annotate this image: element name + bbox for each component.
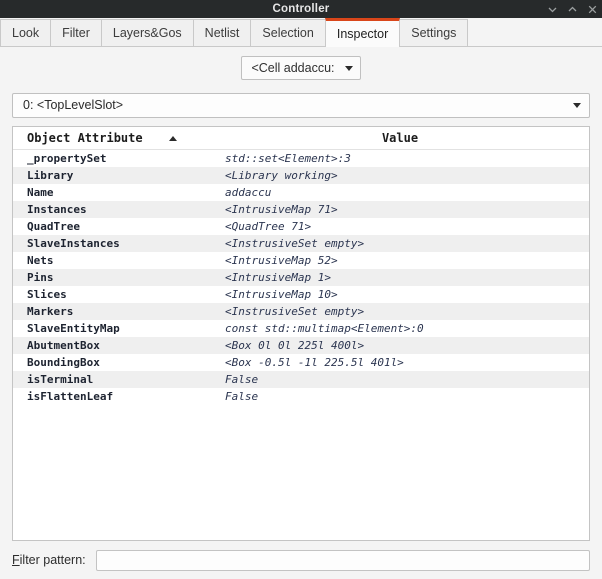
- window-title: Controller: [272, 3, 330, 15]
- cell-value: <Box -0.5l -1l 225.5l 401l>: [225, 356, 404, 369]
- cell-attribute: Slices: [27, 288, 67, 301]
- tab-label: Settings: [411, 26, 457, 40]
- cell-attribute: isTerminal: [27, 373, 94, 386]
- table-row[interactable]: isFlattenLeaf False: [13, 388, 589, 405]
- window-controls: [547, 0, 598, 18]
- cell-selector-row: <Cell addaccu:: [0, 47, 602, 89]
- table-row[interactable]: BoundingBox <Box -0.5l -1l 225.5l 401l>: [13, 354, 589, 371]
- table-row[interactable]: isTerminal False: [13, 371, 589, 388]
- tab-layers-and-gos[interactable]: Layers&Gos: [100, 19, 194, 46]
- tab-bar: Look Filter Layers&Gos Netlist Selection…: [0, 18, 602, 47]
- cell-attribute: SlaveInstances: [27, 237, 120, 250]
- table-row[interactable]: SlaveInstances <InstrusiveSet empty>: [13, 235, 589, 252]
- cell-value: <IntrusiveMap 52>: [225, 254, 338, 267]
- window-titlebar: Controller: [0, 0, 602, 18]
- cell-attribute: Pins: [27, 271, 54, 284]
- table-row[interactable]: Name addaccu: [13, 184, 589, 201]
- slot-selector-combobox[interactable]: 0: <TopLevelSlot>: [12, 92, 590, 118]
- table-row[interactable]: QuadTree <QuadTree 71>: [13, 218, 589, 235]
- cell-selector-value: <Cell addaccu:: [251, 61, 335, 75]
- cell-value: const std::multimap<Element>:0: [225, 322, 424, 335]
- tab-netlist[interactable]: Netlist: [192, 19, 252, 46]
- filter-pattern-input[interactable]: [95, 549, 590, 571]
- slot-selector-value: 0: <TopLevelSlot>: [23, 98, 124, 112]
- cell-attribute: QuadTree: [27, 220, 80, 233]
- cell-attribute: _propertySet: [27, 152, 107, 165]
- table-row[interactable]: SlaveEntityMap const std::multimap<Eleme…: [13, 320, 589, 337]
- cell-value: <IntrusiveMap 71>: [225, 203, 338, 216]
- cell-attribute: Nets: [27, 254, 54, 267]
- cell-attribute: isFlattenLeaf: [27, 390, 114, 403]
- table-header-row: Object Attribute Value: [13, 127, 589, 150]
- close-button[interactable]: [587, 4, 598, 15]
- minimize-button[interactable]: [547, 4, 558, 15]
- tab-label: Layers&Gos: [112, 26, 182, 40]
- tab-settings[interactable]: Settings: [399, 19, 469, 46]
- filter-row: Filter pattern:: [0, 541, 602, 579]
- cell-attribute: Library: [27, 169, 74, 182]
- tab-label: Selection: [262, 26, 314, 40]
- cell-value: <InstrusiveSet empty>: [225, 305, 365, 318]
- table-row[interactable]: _propertySet std::set<Element>:3: [13, 150, 589, 167]
- tab-filter[interactable]: Filter: [50, 19, 102, 46]
- column-header-label: Object Attribute: [27, 131, 143, 145]
- cell-value: <Box 0l 0l 225l 400l>: [225, 339, 365, 352]
- cell-attribute: Instances: [27, 203, 87, 216]
- cell-value: <IntrusiveMap 1>: [225, 271, 331, 284]
- cell-value: <InstrusiveSet empty>: [225, 237, 365, 250]
- column-header-label: Value: [381, 131, 419, 145]
- table-row[interactable]: Pins <IntrusiveMap 1>: [13, 269, 589, 286]
- cell-selector-combobox[interactable]: <Cell addaccu:: [241, 56, 361, 80]
- cell-attribute: BoundingBox: [27, 356, 100, 369]
- tab-label: Filter: [62, 26, 90, 40]
- table-row[interactable]: Instances <IntrusiveMap 71>: [13, 201, 589, 218]
- column-header-value[interactable]: Value: [225, 131, 589, 145]
- tab-bar-filler: [467, 45, 602, 46]
- tab-label: Netlist: [204, 26, 240, 40]
- table-row[interactable]: Library <Library working>: [13, 167, 589, 184]
- cell-value: False: [225, 373, 259, 386]
- maximize-button[interactable]: [567, 4, 578, 15]
- controller-window: Controller Look Filter Layers&Gos Netlis…: [0, 0, 602, 579]
- close-icon: [587, 4, 598, 15]
- tab-label: Inspector: [336, 27, 389, 41]
- cell-attribute: AbutmentBox: [27, 339, 100, 352]
- chevron-down-icon: [344, 65, 353, 71]
- table-row[interactable]: AbutmentBox <Box 0l 0l 225l 400l>: [13, 337, 589, 354]
- cell-value: False: [225, 390, 259, 403]
- cell-attribute: SlaveEntityMap: [27, 322, 120, 335]
- slot-selector-row: 0: <TopLevelSlot>: [0, 89, 602, 121]
- tab-label: Look: [12, 26, 40, 40]
- filter-label-text: ilter pattern:: [19, 553, 86, 567]
- filter-label-mnemonic: F: [12, 553, 20, 567]
- chevron-down-icon: [573, 102, 581, 108]
- cell-attribute: Name: [27, 186, 54, 199]
- table-row[interactable]: Markers <InstrusiveSet empty>: [13, 303, 589, 320]
- cell-value: <IntrusiveMap 10>: [225, 288, 338, 301]
- tab-inspector[interactable]: Inspector: [324, 18, 401, 47]
- tab-selection[interactable]: Selection: [250, 19, 326, 46]
- chevron-up-icon: [567, 4, 578, 15]
- table-body: _propertySet std::set<Element>:3 Library…: [13, 150, 589, 540]
- column-header-object-attribute[interactable]: Object Attribute: [13, 131, 225, 145]
- inspector-panel: <Cell addaccu: 0: <TopLevelSlot> Object …: [0, 47, 602, 579]
- table-row[interactable]: Nets <IntrusiveMap 52>: [13, 252, 589, 269]
- sort-ascending-icon: [168, 135, 177, 141]
- cell-value: addaccu: [225, 186, 272, 199]
- filter-pattern-label: Filter pattern:: [12, 553, 86, 567]
- chevron-down-icon: [547, 4, 558, 15]
- cell-attribute: Markers: [27, 305, 74, 318]
- cell-value: std::set<Element>:3: [225, 152, 351, 165]
- cell-value: <Library working>: [225, 169, 338, 182]
- attribute-table: Object Attribute Value _propertySet std:…: [12, 126, 590, 541]
- table-row[interactable]: Slices <IntrusiveMap 10>: [13, 286, 589, 303]
- cell-value: <QuadTree 71>: [225, 220, 312, 233]
- tab-look[interactable]: Look: [0, 19, 52, 46]
